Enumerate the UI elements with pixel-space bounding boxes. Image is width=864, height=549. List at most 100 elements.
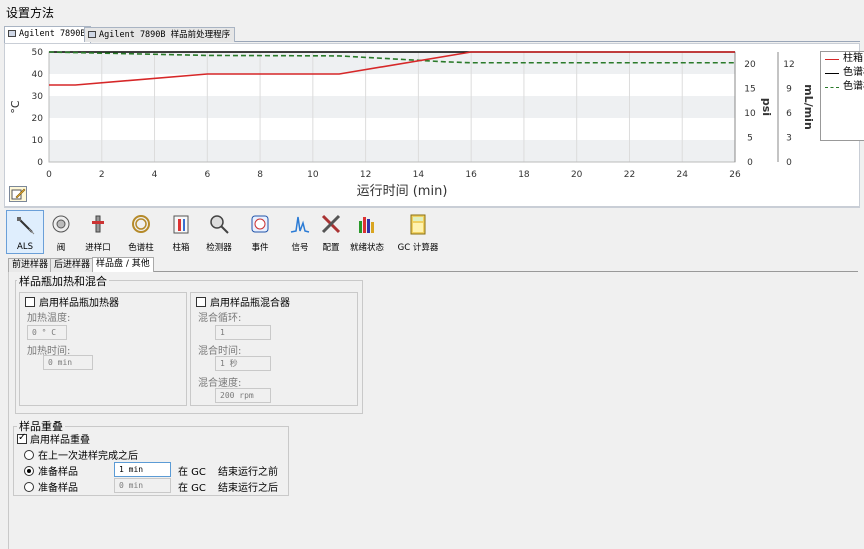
oven-icon: [173, 215, 189, 234]
y-tick-label: 9: [786, 85, 792, 95]
overlap-after-end-label: 准备样品: [38, 483, 78, 494]
y-tick-label: 3: [786, 134, 792, 144]
tray-settings-panel: 样品瓶加热和混合 启用样品瓶加热器 加热温度: 0 ° C 加热时间: 0 mi…: [8, 272, 858, 549]
y-tick-label: 15: [744, 85, 755, 95]
toolbar-button[interactable]: 柱箱: [162, 210, 200, 254]
grid-band: [49, 96, 735, 118]
tab-back-injector[interactable]: 后进样器: [50, 258, 95, 272]
legend-item: 色谱柱: [821, 80, 864, 94]
module-toolbar: ALS 阀进样口 色谱柱 柱箱 检测器 事件 信号 配置 就绪状态 GC 计算器: [4, 207, 860, 257]
y-tick-label: 30: [32, 92, 44, 102]
prep-after-end-field[interactable]: 0 min: [114, 478, 171, 493]
enable-vial-mixer-label: 启用样品瓶混合器: [210, 298, 290, 309]
toolbar-button-label: 配置: [322, 243, 340, 253]
x-tick-label: 6: [204, 170, 210, 180]
mix-cycles-field[interactable]: 1: [215, 325, 271, 340]
method-tabbar: Agilent 7890B Agilent 7890B 样品前处理程序: [4, 26, 860, 43]
valve-icon: [52, 215, 70, 233]
x-tick-label: 20: [571, 170, 583, 180]
grid-band: [49, 52, 735, 74]
edit-method-icon[interactable]: [9, 186, 27, 202]
toolbar-button[interactable]: GC 计算器: [394, 210, 442, 254]
toolbar-button[interactable]: 进样口: [79, 210, 117, 254]
overlap-before-end-label: 准备样品: [38, 467, 78, 478]
enable-overlap-checkbox[interactable]: [17, 432, 27, 444]
toolbar-button[interactable]: 色谱柱: [122, 210, 160, 254]
y-tick-label: 0: [747, 158, 753, 168]
y-tick-label: 0: [37, 158, 43, 168]
syringe-icon: [17, 217, 35, 235]
y-tick-label: 12: [783, 60, 794, 70]
legend-item: 柱箱:: [821, 52, 864, 66]
x-tick-label: 4: [152, 170, 158, 180]
toolbar-button-label: 就绪状态: [349, 243, 384, 253]
y-tick-label: 0: [786, 158, 792, 168]
tab-label: Agilent 7890B: [19, 29, 86, 39]
toolbar-button[interactable]: ALS: [6, 210, 44, 254]
toolbar-button-label: 进样口: [85, 243, 111, 253]
y-tick-label: 10: [744, 109, 756, 119]
window-icon: [8, 30, 16, 37]
x-tick-label: 24: [677, 170, 689, 180]
legend-item: 色谱柱: [821, 66, 864, 80]
gc-label: 在 GC: [178, 483, 206, 494]
toolbar-button[interactable]: 就绪状态: [348, 210, 386, 254]
y-axis-label: psi: [760, 98, 773, 116]
inlet-icon: [92, 215, 104, 233]
toolbar-button[interactable]: 检测器: [200, 210, 238, 254]
toolbar-button[interactable]: 阀: [42, 210, 80, 254]
x-tick-label: 18: [518, 170, 530, 180]
toolbar-button-label: 事件: [251, 243, 269, 253]
toolbar-button-label: 色谱柱: [128, 243, 154, 253]
window-icon: [88, 31, 96, 38]
x-tick-label: 22: [624, 170, 635, 180]
x-tick-label: 2: [99, 170, 105, 180]
calculator-icon: [410, 214, 426, 235]
mix-speed-label: 混合速度:: [198, 378, 242, 389]
overlap-after-end-radio[interactable]: [24, 482, 34, 492]
als-subtabs: 前进样器 后进样器 样品盘 / 其他: [8, 257, 858, 272]
toolbar-button[interactable]: 配置: [312, 210, 350, 254]
toolbar-button[interactable]: 事件: [241, 210, 279, 254]
tab-tray-other[interactable]: 样品盘 / 其他: [92, 257, 154, 272]
y-tick-label: 40: [32, 70, 44, 80]
toolbar-button-label: 柱箱: [172, 243, 190, 253]
overlap-after-injection-radio[interactable]: [24, 450, 34, 460]
gc-label: 在 GC: [178, 467, 206, 478]
signal-icon: [290, 216, 310, 233]
tab-sample-prep[interactable]: Agilent 7890B 样品前处理程序: [84, 27, 236, 42]
overlap-before-end-radio[interactable]: [24, 466, 34, 476]
tab-agilent-7890b[interactable]: Agilent 7890B: [4, 26, 91, 43]
heat-temp-field[interactable]: 0 ° C: [27, 325, 67, 340]
x-tick-label: 0: [46, 170, 52, 180]
y-tick-label: 6: [786, 109, 792, 119]
y-tick-label: 20: [744, 60, 756, 70]
x-tick-label: 14: [413, 170, 425, 180]
y-tick-label: 20: [32, 114, 44, 124]
tab-front-injector[interactable]: 前进样器: [8, 258, 53, 272]
x-tick-label: 12: [360, 170, 371, 180]
mix-cycles-label: 混合循环:: [198, 313, 242, 324]
mix-speed-field[interactable]: 200 rpm: [215, 388, 271, 403]
x-axis-label: 运行时间 (min): [357, 184, 448, 199]
column-icon: [132, 215, 150, 233]
x-tick-label: 8: [257, 170, 263, 180]
enable-vial-heater-checkbox[interactable]: [25, 297, 35, 307]
mix-time-field[interactable]: 1 秒: [215, 356, 271, 371]
y-axis-label: mL/min: [802, 84, 815, 130]
enable-vial-mixer-checkbox[interactable]: [196, 297, 206, 307]
tab-label: Agilent 7890B 样品前处理程序: [99, 30, 231, 40]
toolbar-button-label: 检测器: [206, 243, 232, 253]
heat-time-field[interactable]: 0 min: [43, 355, 93, 370]
chart-legend: 柱箱: 色谱柱 色谱柱: [820, 51, 864, 141]
method-chart-panel: 0 2 4 6 8 10 12 14 16 18 20 22 24 26 0 10 20 30 40 50 °C 0 5 10…: [4, 43, 864, 207]
enable-overlap-label: 启用样品重叠: [30, 435, 90, 446]
window-title: 设置方法: [6, 6, 55, 20]
detector-icon: [210, 215, 229, 234]
after-run-end-label: 结束运行之后: [218, 483, 278, 494]
before-run-end-label: 结束运行之前: [218, 467, 278, 478]
toolbar-button-label: GC 计算器: [397, 243, 439, 253]
toolbar-button-label: ALS: [17, 242, 33, 252]
prep-before-end-field[interactable]: 1 min: [114, 462, 171, 477]
enable-vial-heater-label: 启用样品瓶加热器: [39, 298, 119, 309]
